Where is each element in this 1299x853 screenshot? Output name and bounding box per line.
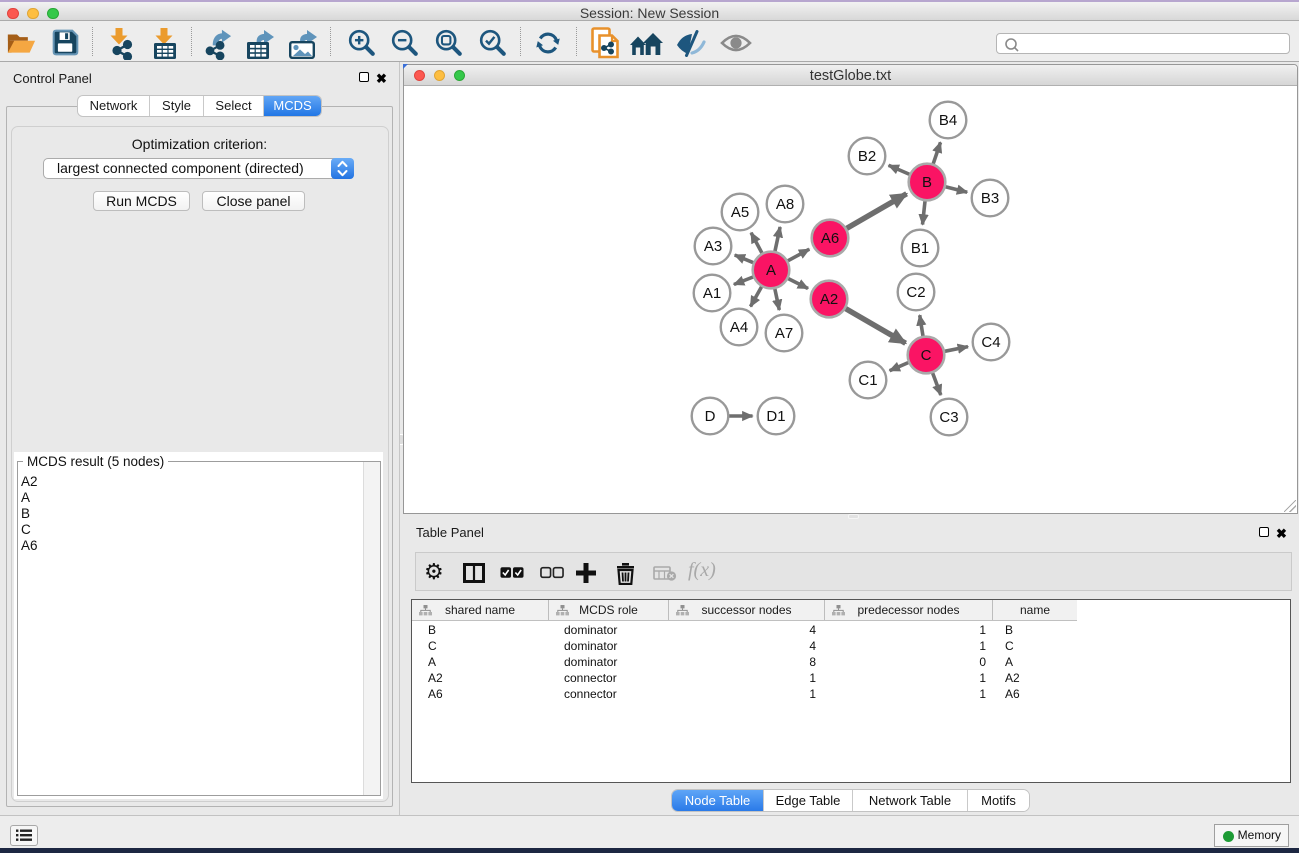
svg-text:B4: B4 <box>939 112 957 129</box>
svg-text:C4: C4 <box>981 334 1000 351</box>
svg-text:C1: C1 <box>858 372 877 389</box>
svg-text:B3: B3 <box>981 190 999 207</box>
svg-text:A1: A1 <box>703 285 721 302</box>
svg-text:A3: A3 <box>704 238 722 255</box>
svg-text:A8: A8 <box>776 196 794 213</box>
svg-text:C: C <box>921 347 932 364</box>
svg-text:D: D <box>705 408 716 425</box>
svg-text:A5: A5 <box>731 204 749 221</box>
svg-text:C2: C2 <box>906 284 925 301</box>
svg-text:B2: B2 <box>858 148 876 165</box>
svg-text:C3: C3 <box>939 409 958 426</box>
svg-text:B: B <box>922 174 932 191</box>
svg-text:A2: A2 <box>820 291 838 308</box>
svg-text:A7: A7 <box>775 325 793 342</box>
svg-text:A4: A4 <box>730 319 748 336</box>
svg-text:A: A <box>766 262 776 279</box>
svg-text:B1: B1 <box>911 240 929 257</box>
svg-text:A6: A6 <box>821 230 839 247</box>
svg-text:D1: D1 <box>766 408 785 425</box>
